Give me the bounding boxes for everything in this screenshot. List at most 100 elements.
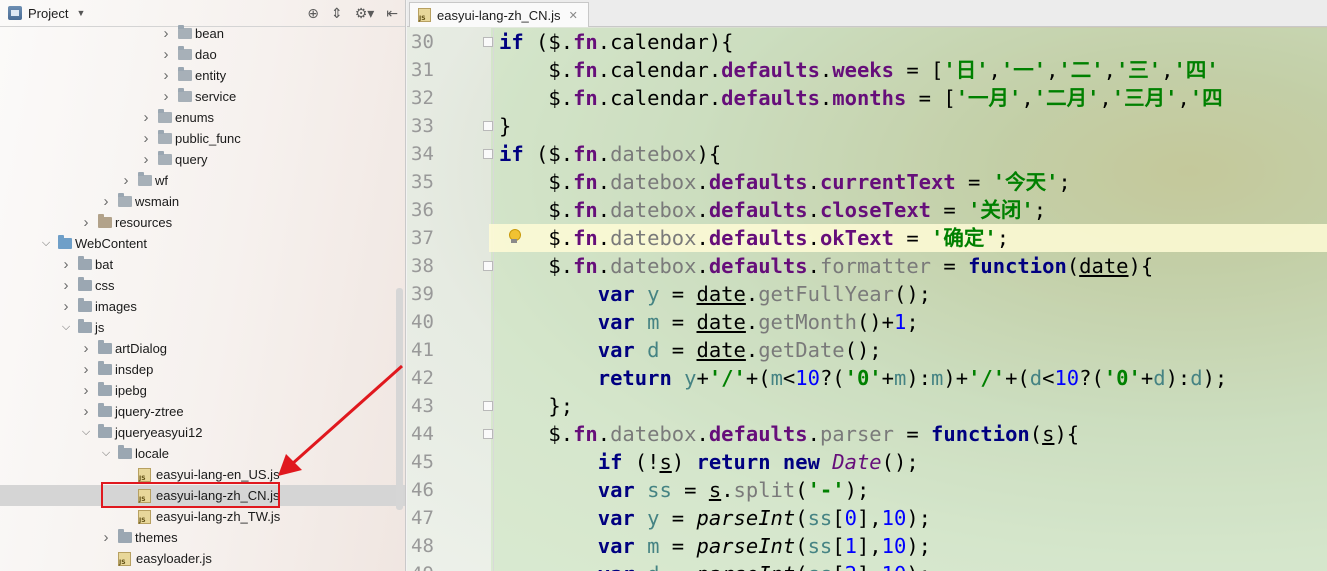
chevron-right-icon[interactable]: › [160, 67, 172, 84]
chevron-right-icon[interactable]: › [160, 46, 172, 63]
code-line[interactable]: 43 }; [407, 392, 1327, 420]
chevron-right-icon[interactable]: › [100, 529, 112, 546]
project-title[interactable]: Project [28, 6, 68, 21]
fold-marker-icon[interactable] [483, 37, 493, 47]
code-line[interactable]: 48 var m = parseInt(ss[1],10); [407, 532, 1327, 560]
tree-item-js[interactable]: ⌵ js [0, 317, 405, 338]
package-icon [138, 172, 152, 186]
tree-item-label: easyui-lang-en_US.js [156, 467, 280, 482]
annotation-highlight-box [101, 482, 280, 508]
line-number: 37 [411, 227, 434, 249]
tree-item-query[interactable]: › query [0, 149, 405, 170]
fold-marker-icon[interactable] [483, 401, 493, 411]
code-text: var y = date.getFullYear(); [597, 282, 932, 306]
folder-icon [58, 235, 72, 249]
fold-marker-icon[interactable] [483, 149, 493, 159]
tree-item-label: entity [195, 68, 227, 83]
code-line[interactable]: 47 var y = parseInt(ss[0],10); [407, 504, 1327, 532]
tree-item-enums[interactable]: › enums [0, 107, 405, 128]
tree-item-label: easyloader.js [136, 551, 212, 566]
tree-item-service[interactable]: › service [0, 86, 405, 107]
fold-marker-icon[interactable] [483, 121, 493, 131]
code-area[interactable]: 30 if ($.fn.calendar){31 $.fn.calendar.de… [407, 28, 1327, 571]
code-line[interactable]: 40 var m = date.getMonth()+1; [407, 308, 1327, 336]
tree-item-dao[interactable]: › dao [0, 44, 405, 65]
folder-icon [118, 529, 132, 543]
code-editor: easyui-lang-zh_CN.js ✕ 30 if ($.fn.calend… [407, 0, 1327, 571]
tree-item-bat[interactable]: › bat [0, 254, 405, 275]
fold-marker-icon[interactable] [483, 261, 493, 271]
chevron-right-icon[interactable]: › [60, 256, 72, 273]
tree-item-label: query [175, 152, 208, 167]
annotation-arrow [278, 364, 403, 476]
chevron-down-icon[interactable]: ⌵ [40, 237, 52, 250]
chevron-right-icon[interactable]: › [140, 109, 152, 126]
code-line[interactable]: 32 $.fn.calendar.defaults.months = ['一月'… [407, 84, 1327, 112]
code-line[interactable]: 39 var y = date.getFullYear(); [407, 280, 1327, 308]
tree-item-webcontent[interactable]: ⌵ WebContent [0, 233, 405, 254]
tree-item-resources[interactable]: › resources [0, 212, 405, 233]
code-line[interactable]: 35 $.fn.datebox.defaults.currentText = '… [407, 168, 1327, 196]
tree-item-artdialog[interactable]: › artDialog [0, 338, 405, 359]
chevron-right-icon[interactable]: › [60, 298, 72, 315]
line-number: 43 [411, 395, 434, 417]
code-line[interactable]: 42 return y+'/'+(m<10?('0'+m):m)+'/'+(d<… [407, 364, 1327, 392]
tree-item-wf[interactable]: › wf [0, 170, 405, 191]
chevron-right-icon[interactable]: › [60, 277, 72, 294]
lightbulb-icon[interactable] [507, 229, 521, 245]
code-line[interactable]: 37 $.fn.datebox.defaults.okText = '确定'; [407, 224, 1327, 252]
code-text: $.fn.calendar.defaults.months = ['一月','二… [499, 86, 1223, 110]
tree-item-images[interactable]: › images [0, 296, 405, 317]
chevron-right-icon[interactable]: › [80, 361, 92, 378]
code-line[interactable]: 33} [407, 112, 1327, 140]
code-line[interactable]: 49 var d = parseInt(ss[2],10); [407, 560, 1327, 571]
code-line[interactable]: 36 $.fn.datebox.defaults.closeText = '关闭… [407, 196, 1327, 224]
tree-item-css[interactable]: › css [0, 275, 405, 296]
tree-item-public-func[interactable]: › public_func [0, 128, 405, 149]
chevron-right-icon[interactable]: › [160, 88, 172, 105]
fold-marker-icon[interactable] [483, 429, 493, 439]
gear-icon[interactable]: ⚙▾ [355, 5, 375, 21]
chevron-right-icon[interactable]: › [140, 151, 152, 168]
chevron-right-icon[interactable]: › [80, 382, 92, 399]
package-icon [158, 109, 172, 123]
tree-item-themes[interactable]: › themes [0, 527, 405, 548]
code-line[interactable]: 34 if ($.fn.datebox){ [407, 140, 1327, 168]
code-text: $.fn.datebox.defaults.formatter = functi… [499, 254, 1154, 278]
chevron-down-icon[interactable]: ⌵ [60, 321, 72, 334]
code-line[interactable]: 46 var ss = s.split('-'); [407, 476, 1327, 504]
tree-item-wsmain[interactable]: › wsmain [0, 191, 405, 212]
locate-icon[interactable]: ⊕ [307, 5, 319, 21]
hide-icon[interactable]: ⇤ [386, 5, 398, 21]
chevron-down-icon[interactable]: ⌵ [100, 447, 112, 460]
tree-item-easyloader-js[interactable]: easyloader.js [0, 548, 405, 569]
tree-item-label: dao [195, 47, 217, 62]
collapse-all-icon[interactable]: ⇕ [331, 5, 343, 21]
tab-easyui-lang-zh-cn[interactable]: easyui-lang-zh_CN.js ✕ [409, 2, 589, 27]
chevron-right-icon[interactable]: › [140, 130, 152, 147]
close-icon[interactable]: ✕ [569, 9, 578, 22]
tree-item-bean[interactable]: › bean [0, 23, 405, 44]
code-line[interactable]: 45 if (!s) return new Date(); [407, 448, 1327, 476]
folder-icon [98, 403, 112, 417]
chevron-down-icon[interactable]: ⌵ [80, 426, 92, 439]
code-line[interactable]: 38 $.fn.datebox.defaults.formatter = fun… [407, 252, 1327, 280]
package-icon [178, 46, 192, 60]
tree-item-easyui-lang-zh-tw-js[interactable]: easyui-lang-zh_TW.js [0, 506, 405, 527]
chevron-right-icon[interactable]: › [80, 214, 92, 231]
chevron-right-icon[interactable]: › [80, 340, 92, 357]
chevron-right-icon[interactable]: › [120, 172, 132, 189]
chevron-right-icon[interactable]: › [160, 25, 172, 42]
chevron-right-icon[interactable]: › [80, 403, 92, 420]
chevron-down-icon[interactable]: ▼ [76, 8, 85, 18]
folder-icon [78, 256, 92, 270]
js-file-icon [138, 509, 151, 524]
code-line[interactable]: 30 if ($.fn.calendar){ [407, 28, 1327, 56]
code-line[interactable]: 44 $.fn.datebox.defaults.parser = functi… [407, 420, 1327, 448]
code-line[interactable]: 41 var d = date.getDate(); [407, 336, 1327, 364]
tree-item-entity[interactable]: › entity [0, 65, 405, 86]
package-icon [178, 25, 192, 39]
chevron-right-icon[interactable]: › [100, 193, 112, 210]
code-line[interactable]: 31 $.fn.calendar.defaults.weeks = ['日','… [407, 56, 1327, 84]
tree-item-label: locale [135, 446, 169, 461]
